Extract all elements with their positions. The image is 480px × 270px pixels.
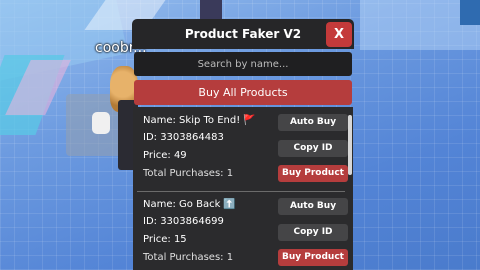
window-title: Product Faker V2 xyxy=(184,27,302,41)
auto-buy-button[interactable]: Auto Buy xyxy=(278,114,348,131)
product-name: Name: Skip To End! 🚩 xyxy=(143,115,256,126)
flag-icon: 🚩 xyxy=(243,115,256,126)
copy-id-button[interactable]: Copy ID xyxy=(278,140,348,157)
buy-product-button[interactable]: Buy Product xyxy=(278,249,348,266)
buy-product-button[interactable]: Buy Product xyxy=(278,165,348,182)
product-item: Name: Skip To End! 🚩 ID: 3303864483 Price… xyxy=(137,109,348,192)
product-id: ID: 3303864483 xyxy=(143,132,224,143)
background-scenery xyxy=(460,0,480,25)
close-button[interactable]: X xyxy=(326,22,352,47)
scrollbar[interactable] xyxy=(348,115,352,175)
product-list[interactable]: Name: Skip To End! 🚩 ID: 3303864483 Price… xyxy=(133,107,353,270)
player-avatar-hand xyxy=(92,112,110,134)
background-scenery xyxy=(200,0,222,20)
search-input[interactable] xyxy=(134,52,352,76)
product-item: Name: Go Back ⬆️ ID: 3303864699 Price: 15… xyxy=(137,194,348,270)
product-total-purchases: Total Purchases: 1 xyxy=(143,252,234,263)
product-price: Price: 49 xyxy=(143,150,187,161)
product-price: Price: 15 xyxy=(143,234,187,245)
product-name: Name: Go Back ⬆️ xyxy=(143,199,236,210)
product-total-purchases: Total Purchases: 1 xyxy=(143,168,234,179)
up-arrow-icon: ⬆️ xyxy=(223,199,236,210)
copy-id-button[interactable]: Copy ID xyxy=(278,224,348,241)
buy-all-products-button[interactable]: Buy All Products xyxy=(134,80,352,105)
product-id: ID: 3303864699 xyxy=(143,216,224,227)
auto-buy-button[interactable]: Auto Buy xyxy=(278,198,348,215)
